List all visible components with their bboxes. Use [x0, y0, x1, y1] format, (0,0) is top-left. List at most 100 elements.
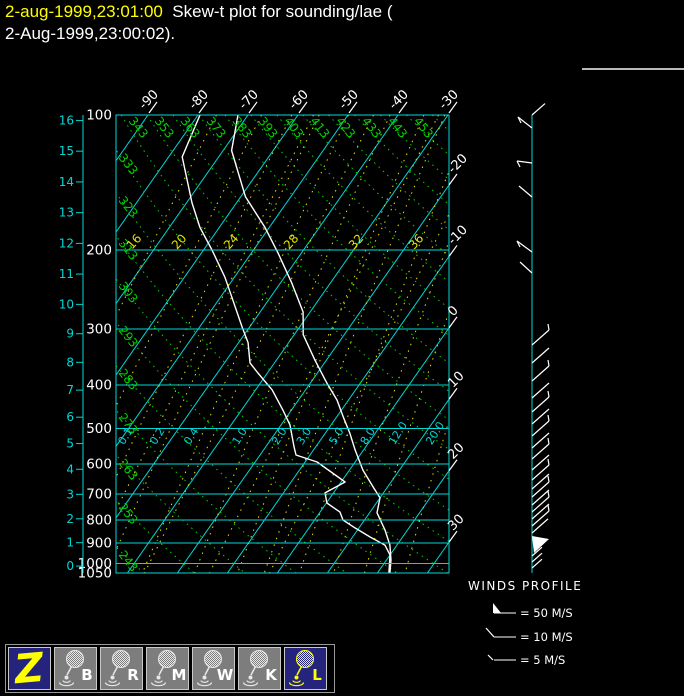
- wind-flag: [532, 536, 549, 553]
- height-axis-label: 2: [66, 512, 74, 526]
- legend-full-barb-icon: [485, 627, 495, 638]
- wind-profile: [516, 103, 550, 573]
- mixing-ratio-line: [333, 240, 449, 573]
- mixing-ratio-label: 20.0: [423, 419, 447, 447]
- moist-adiabat-line: [209, 115, 439, 573]
- instrument-package: [64, 675, 69, 680]
- dry-adiabat-left-label: 303: [116, 279, 141, 306]
- height-axis-label: 6: [66, 410, 74, 424]
- height-axis-label: 12: [59, 236, 74, 250]
- moist-adiabat-label: 32: [346, 231, 367, 252]
- toolbar-button-letter: K: [265, 666, 278, 684]
- wind-barb: [531, 329, 550, 346]
- skewt-window: { "title": { "timestamp": "2-aug-1999,23…: [0, 0, 684, 696]
- radiosonde-balloon-icon: K: [242, 650, 278, 687]
- wind-barb: [531, 347, 550, 364]
- mixing-ratio-label: 12.0: [386, 419, 410, 447]
- dewpoint-trace: [181, 115, 391, 573]
- balloon-string: [112, 666, 119, 676]
- height-axis-label: 11: [59, 267, 74, 281]
- balloon-string: [66, 666, 73, 676]
- wind-barb-tick: [547, 437, 550, 445]
- height-axis-label: 8: [66, 355, 74, 369]
- toolbar-button-letter: W: [217, 666, 234, 684]
- isotherm-line: [426, 541, 449, 573]
- dry-adiabat-left-label: 293: [116, 323, 141, 350]
- dry-adiabat-line: [328, 115, 449, 231]
- isotherm-right-label: 0: [445, 303, 461, 319]
- wind-barb: [518, 185, 533, 198]
- dry-adiabat-line: [116, 409, 297, 573]
- wind-barb: [531, 473, 550, 490]
- radiosonde-balloon-icon: B: [58, 650, 93, 687]
- height-axis-label: 16: [59, 114, 74, 128]
- wind-barb: [531, 365, 550, 382]
- toolbar-button-b[interactable]: B: [54, 647, 97, 690]
- dry-adiabat-top-label: 443: [385, 114, 410, 141]
- dry-adiabat-left-label: 333: [116, 151, 141, 178]
- dry-adiabat-left-label: 263: [116, 456, 141, 483]
- dry-adiabat-line: [116, 234, 449, 543]
- height-axis-label: 4: [66, 462, 74, 476]
- isotherm-top-label: -70: [236, 87, 262, 113]
- balloon-envelope: [250, 650, 268, 668]
- toolbar-button-m[interactable]: M: [146, 647, 189, 690]
- legend-item-label: = 5 M/S: [520, 653, 565, 667]
- mixing-ratio-line: [404, 419, 449, 573]
- legend-flag-icon: [493, 603, 501, 613]
- height-axis-label: 1: [66, 536, 74, 550]
- wind-barb: [531, 510, 550, 527]
- balloon-string: [204, 666, 211, 676]
- instrument-package: [202, 675, 207, 680]
- wind-barb-tick: [547, 323, 550, 331]
- balloon-envelope: [204, 650, 222, 668]
- mixing-ratio-line: [116, 115, 293, 479]
- dry-adiabat-line: [116, 191, 449, 511]
- radio-waves-icon: [242, 680, 259, 687]
- instrument-package: [156, 675, 161, 680]
- mixing-ratio-line: [194, 115, 391, 573]
- legend-item-label: = 10 M/S: [520, 630, 573, 644]
- radiosonde-balloon-icon: W: [196, 650, 234, 687]
- balloon-string: [296, 666, 303, 676]
- isotherm-line: [116, 115, 399, 519]
- instrument-package: [110, 675, 115, 680]
- dry-adiabat-top-label: 413: [307, 114, 332, 141]
- wind-barb-tick: [547, 390, 550, 398]
- pressure-axis-label: 700: [86, 487, 112, 503]
- dry-adiabat-line: [405, 115, 449, 156]
- toolbar-button-r[interactable]: R: [100, 647, 143, 690]
- height-axis-label: 3: [66, 487, 74, 501]
- toolbar-button-letter: L: [312, 666, 322, 684]
- dry-adiabat-line: [120, 115, 449, 450]
- toolbar-button-k[interactable]: K: [238, 647, 281, 690]
- radio-waves-icon: [288, 680, 305, 687]
- wind-barb: [516, 160, 533, 164]
- radio-waves-icon: [58, 680, 75, 687]
- toolbar: Z BRM W K L: [5, 644, 335, 693]
- toolbar-button-w[interactable]: W: [192, 647, 235, 690]
- isotherm-top-label: -60: [286, 87, 312, 113]
- pressure-axis-label: 100: [86, 108, 112, 124]
- wind-barb-tick: [547, 475, 550, 483]
- dry-adiabat-left-label: 253: [116, 500, 141, 527]
- zebra-logo-button[interactable]: Z: [8, 647, 51, 690]
- legend-half-barb-icon: [487, 654, 494, 661]
- toolbar-button-letter: B: [81, 666, 92, 684]
- height-axis-label: 9: [66, 327, 74, 341]
- height-axis-label: 0: [66, 559, 74, 573]
- pressure-axis-label: 600: [86, 457, 112, 473]
- isotherm-line: [126, 115, 449, 573]
- wind-barb: [531, 420, 550, 437]
- mixing-ratio-line: [141, 115, 349, 573]
- isotherm-top-label: -30: [436, 87, 462, 113]
- pressure-axis-label: 500: [86, 421, 112, 437]
- dry-adiabat-line: [116, 148, 449, 480]
- wind-barb: [519, 261, 533, 274]
- toolbar-button-l[interactable]: L: [284, 647, 327, 690]
- wind-barb-tick: [547, 414, 550, 422]
- radiosonde-balloon-icon: R: [104, 650, 139, 687]
- moist-adiabat-label: 28: [281, 231, 302, 252]
- dry-adiabat-top-label: 343: [126, 114, 151, 141]
- isotherm-line: [116, 115, 349, 447]
